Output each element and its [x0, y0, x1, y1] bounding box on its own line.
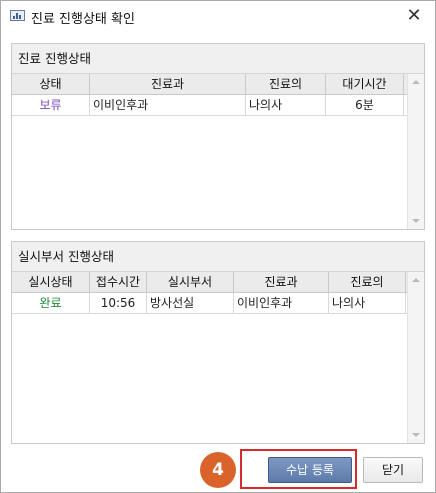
- scroll-up-icon[interactable]: [412, 278, 420, 282]
- exam-status-panel: 실시부서 진행상태 실시상태 접수시간 실시부서 진료과 진료의 완료 10:5…: [11, 241, 425, 444]
- exam-status-panel-title: 실시부서 진행상태: [12, 242, 424, 272]
- cell-reception-time: 10:56: [90, 293, 147, 313]
- table-row[interactable]: 보류 이비인후과 나의사 6분: [12, 95, 424, 116]
- cell-department: 이비인후과: [90, 95, 246, 115]
- scroll-down-icon[interactable]: [412, 219, 420, 223]
- clinic-status-panel: 진료 진행상태 상태 진료과 진료의 대기시간 보류 이비인후과 나의사 6분: [11, 43, 425, 230]
- scroll-up-icon[interactable]: [412, 80, 420, 84]
- clinic-grid-header: 상태 진료과 진료의 대기시간: [12, 74, 424, 95]
- close-button[interactable]: 닫기: [363, 457, 423, 483]
- column-header-department[interactable]: 진료과: [90, 74, 246, 94]
- exam-status-grid: 실시상태 접수시간 실시부서 진료과 진료의 완료 10:56 방사선실 이비인…: [12, 272, 424, 443]
- cell-department: 이비인후과: [234, 293, 329, 313]
- column-header-status[interactable]: 상태: [12, 74, 90, 94]
- close-icon[interactable]: ✕: [403, 5, 425, 27]
- step-number-badge: 4: [200, 452, 236, 488]
- title-bar: 진료 진행상태 확인 ✕: [1, 1, 435, 31]
- cell-exam-status: 완료: [12, 293, 90, 313]
- clinic-status-panel-title: 진료 진행상태: [12, 44, 424, 74]
- vertical-scrollbar[interactable]: [407, 74, 424, 229]
- vertical-scrollbar[interactable]: [407, 272, 424, 443]
- cell-wait-time: 6분: [326, 95, 404, 115]
- column-header-doctor[interactable]: 진료의: [246, 74, 326, 94]
- column-header-exam-status[interactable]: 실시상태: [12, 272, 90, 292]
- column-header-doctor[interactable]: 진료의: [329, 272, 406, 292]
- cell-doctor: 나의사: [329, 293, 406, 313]
- column-header-reception-time[interactable]: 접수시간: [90, 272, 147, 292]
- column-header-exam-dept[interactable]: 실시부서: [147, 272, 234, 292]
- cell-doctor: 나의사: [246, 95, 326, 115]
- table-row[interactable]: 완료 10:56 방사선실 이비인후과 나의사: [12, 293, 424, 314]
- window-title: 진료 진행상태 확인: [31, 12, 135, 27]
- column-header-department[interactable]: 진료과: [234, 272, 329, 292]
- exam-grid-header: 실시상태 접수시간 실시부서 진료과 진료의: [12, 272, 424, 293]
- cell-exam-dept: 방사선실: [147, 293, 234, 313]
- cell-status: 보류: [12, 95, 90, 115]
- dialog-window: 진료 진행상태 확인 ✕ 진료 진행상태 상태 진료과 진료의 대기시간 보류 …: [0, 0, 436, 493]
- column-header-wait-time[interactable]: 대기시간: [326, 74, 404, 94]
- scroll-down-icon[interactable]: [412, 433, 420, 437]
- app-icon: [10, 10, 25, 21]
- payment-register-button[interactable]: 수납 등록: [268, 457, 352, 483]
- clinic-status-grid: 상태 진료과 진료의 대기시간 보류 이비인후과 나의사 6분: [12, 74, 424, 229]
